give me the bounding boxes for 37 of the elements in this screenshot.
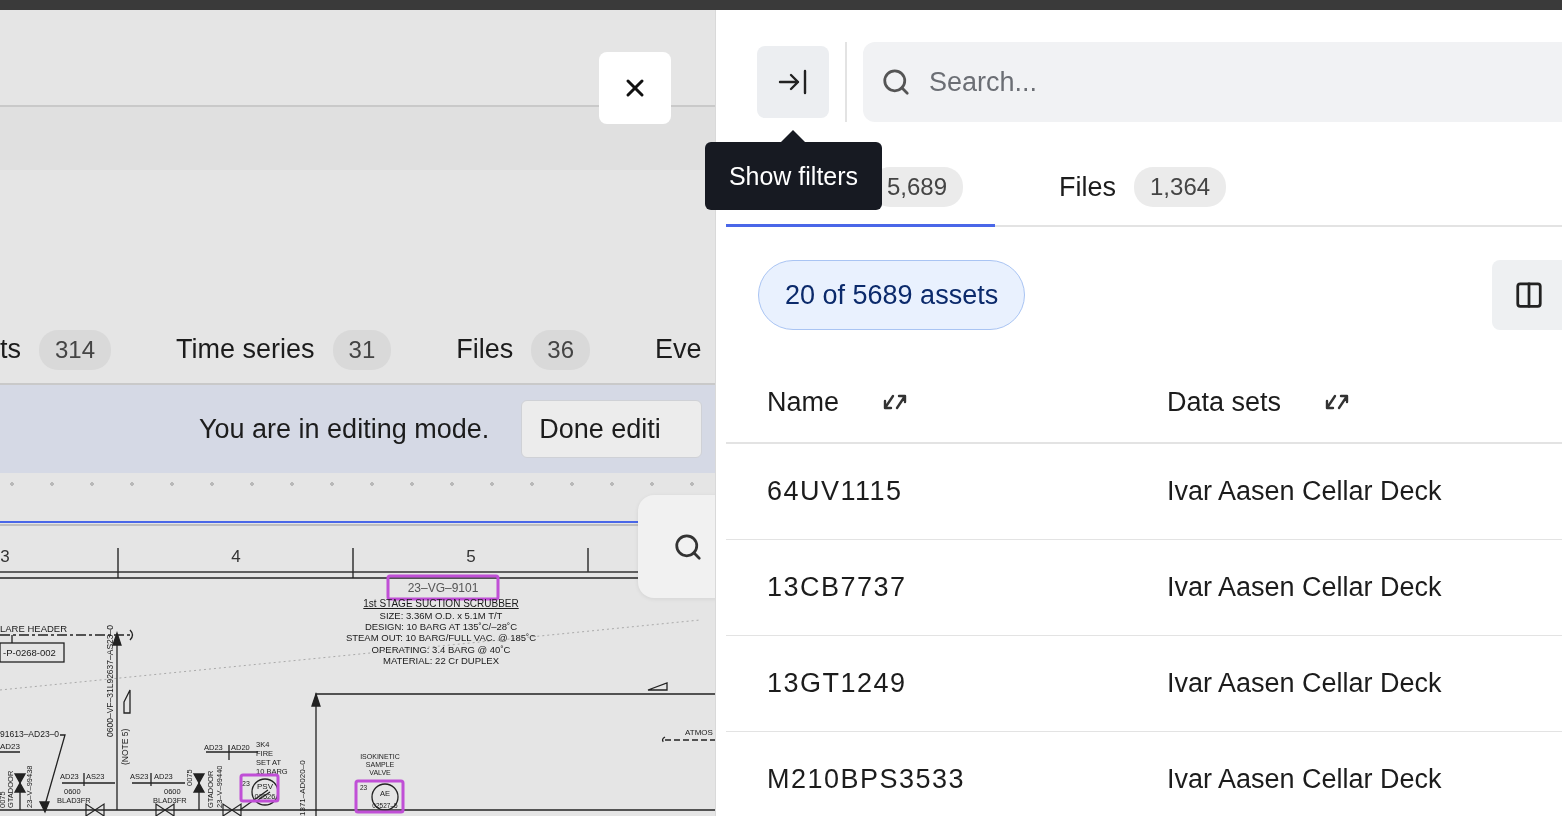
count-badge: 36	[531, 329, 590, 370]
diagram-label: STEAM OUT: 10 BARG/FULL VAC. @ 185˚C	[345, 632, 537, 643]
count-badge: 31	[332, 329, 392, 370]
column-header: Name	[767, 386, 840, 418]
diagram-label: OPERATING: 3.4 BARG @ 40˚C	[371, 644, 511, 655]
table-cell-text: 13CB7737	[766, 572, 908, 603]
diagram-label: 1371–AD020–0	[298, 760, 307, 816]
diagram-label: AD23	[0, 742, 20, 751]
diagram-label: SIZE: 3.36M O.D. x 5.1M T/T	[379, 610, 503, 621]
diagram-label: 0600–VF–31L92637–AS23–0	[105, 624, 115, 737]
tooltip: Show filters	[705, 142, 882, 210]
diagram-label: (NOTE 5)	[120, 728, 130, 765]
table-cell-text: Ivar Aasen Cellar Deck	[1166, 764, 1443, 795]
ruler-number: 3	[0, 547, 10, 566]
diagram-label: ATMOS	[685, 728, 713, 737]
ruler-number: 4	[231, 547, 241, 566]
diagram-label: 1st STAGE SUCTION SCRUBBER	[363, 598, 519, 609]
diagram-label: 91613–AD23–0	[0, 729, 60, 739]
count-badge: 1,364	[1134, 167, 1227, 207]
count-badge: 314	[39, 329, 112, 370]
table-cell-text: Ivar Aasen Cellar Deck	[1166, 572, 1443, 603]
result-count-chip: 20 of 5689 assets	[758, 260, 1026, 330]
diagram-label: PSV	[257, 782, 273, 791]
table-cell-text: 13GT1249	[766, 668, 908, 699]
column-header: Data sets	[1167, 386, 1282, 418]
diagram-label: 23–VG–9101	[407, 581, 479, 595]
table-cell-text: Ivar Aasen Cellar Deck	[1166, 668, 1443, 699]
diagram-label: DESIGN: 10 BARG AT 135˚C/–28˚C	[364, 621, 518, 632]
tab-label: Files	[1059, 171, 1116, 203]
banner-message: You are in editing mode.	[199, 413, 490, 445]
diagram-label: -P-0268-002	[3, 647, 56, 658]
diagram-label: LARE HEADER	[0, 623, 68, 634]
diagram-label: MATERIAL: 22 Cr DUPLEX	[383, 655, 499, 666]
ruler-number: 5	[466, 547, 476, 566]
table-cell-text: Ivar Aasen Cellar Deck	[1166, 476, 1443, 507]
table-cell-text: M210BPS3533	[766, 764, 967, 795]
table-cell-text: 64UV1115	[766, 476, 904, 507]
